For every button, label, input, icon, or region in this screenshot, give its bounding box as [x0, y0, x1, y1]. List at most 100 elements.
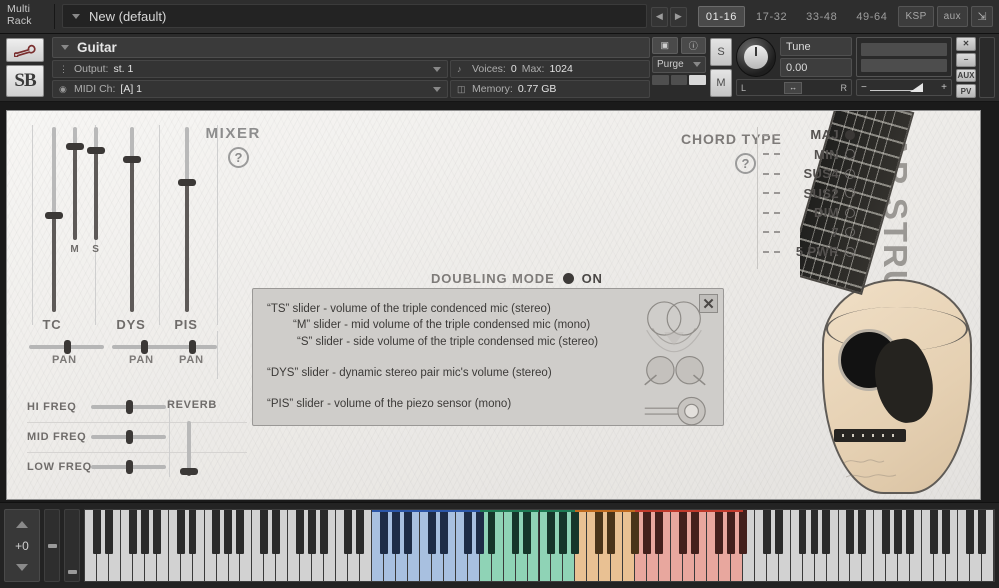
slider-handle[interactable] — [125, 430, 133, 444]
piano-black-key[interactable] — [655, 510, 663, 555]
piano-black-key[interactable] — [762, 510, 771, 555]
piano-black-key[interactable] — [523, 510, 532, 555]
nav-prev-button[interactable]: ◀ — [650, 6, 668, 27]
piano-black-key[interactable] — [822, 510, 831, 555]
slider-s[interactable] — [87, 127, 105, 240]
piano-black-key[interactable] — [930, 510, 939, 555]
pan-slider-tc[interactable] — [29, 340, 104, 354]
slider-tc[interactable] — [45, 127, 63, 312]
piano-black-key[interactable] — [236, 510, 245, 555]
channel-tab-49-64[interactable]: 49-64 — [848, 6, 895, 27]
chord-radio[interactable] — [845, 207, 855, 218]
preset-selector[interactable]: New (default) — [62, 4, 647, 28]
piano-black-key[interactable] — [391, 510, 400, 555]
transpose-stepper[interactable]: +0 — [4, 509, 40, 582]
piano-black-key[interactable] — [272, 510, 281, 555]
piano-black-key[interactable] — [726, 510, 735, 555]
piano-black-key[interactable] — [643, 510, 651, 555]
reverb-slider[interactable] — [180, 421, 198, 476]
piano-black-key[interactable] — [858, 510, 867, 555]
midi-channel-row[interactable]: ◉ MIDI Ch: [A] 1 — [52, 80, 448, 98]
slider-handle[interactable] — [87, 146, 105, 154]
piano-black-key[interactable] — [128, 510, 137, 555]
transpose-up-icon[interactable] — [16, 520, 28, 528]
chord-radio[interactable] — [845, 227, 855, 238]
mixer-help-button[interactable]: ? — [228, 147, 249, 168]
piano-black-key[interactable] — [798, 510, 807, 555]
channel-tab-01-16[interactable]: 01-16 — [697, 6, 746, 27]
piano-black-key[interactable] — [320, 510, 329, 555]
output-row[interactable]: ⋮ Output: st. 1 — [52, 60, 448, 78]
aux-button[interactable]: AUX — [956, 68, 976, 83]
slider-handle[interactable] — [180, 467, 198, 475]
slider-handle[interactable] — [66, 143, 84, 151]
piano-black-key[interactable] — [690, 510, 699, 555]
slider-handle[interactable] — [123, 156, 141, 164]
piano-black-key[interactable] — [92, 510, 101, 555]
solo-button[interactable]: S — [710, 38, 732, 66]
piano-black-key[interactable] — [559, 510, 568, 555]
piano-black-key[interactable] — [140, 510, 149, 555]
instrument-name-row[interactable]: Guitar — [52, 37, 650, 58]
chord-radio[interactable] — [845, 188, 855, 199]
piano-black-key[interactable] — [571, 510, 580, 555]
nav-next-button[interactable]: ▶ — [669, 6, 687, 27]
tune-value[interactable]: 0.00 — [780, 58, 852, 77]
piano-black-key[interactable] — [906, 510, 915, 555]
chord-option-sus2[interactable]: SUS2 — [763, 184, 855, 204]
keyboard-slot-left[interactable] — [44, 509, 60, 582]
piano-black-key[interactable] — [894, 510, 903, 555]
close-icon[interactable]: ✕ — [956, 37, 976, 51]
piano-black-key[interactable] — [882, 510, 891, 555]
slider-dys[interactable] — [123, 127, 141, 312]
chord-radio[interactable] — [845, 149, 855, 160]
keyboard-slot-right[interactable] — [64, 509, 80, 582]
piano-black-key[interactable] — [511, 510, 520, 555]
chord-option-maj[interactable]: MAJ — [763, 125, 855, 145]
piano-black-key[interactable] — [224, 510, 233, 555]
chord-option-5pwr[interactable]: 5 PWR — [763, 242, 855, 262]
piano-black-key[interactable] — [475, 510, 484, 555]
slider-handle[interactable] — [125, 400, 133, 414]
slider-pis[interactable] — [178, 127, 196, 312]
purge-dropdown[interactable]: Purge — [652, 56, 706, 73]
piano-black-key[interactable] — [344, 510, 352, 555]
piano-black-key[interactable] — [403, 510, 412, 555]
piano-black-key[interactable] — [379, 510, 388, 555]
piano-black-key[interactable] — [188, 510, 197, 555]
piano-black-key[interactable] — [439, 510, 448, 555]
piano-black-key[interactable] — [547, 510, 556, 555]
piano-black-key[interactable] — [942, 510, 950, 555]
piano-black-key[interactable] — [774, 510, 783, 555]
mute-button[interactable]: M — [710, 69, 732, 97]
piano-black-key[interactable] — [152, 510, 161, 555]
channel-tab-17-32[interactable]: 17-32 — [748, 6, 795, 27]
slider-handle[interactable] — [141, 340, 148, 354]
piano-black-key[interactable] — [631, 510, 639, 555]
minimize-icon[interactable]: − — [956, 52, 976, 67]
eq-slider-low[interactable] — [91, 460, 166, 474]
piano-black-key[interactable] — [678, 510, 687, 555]
piano-black-key[interactable] — [810, 510, 819, 555]
piano-black-key[interactable] — [260, 510, 269, 555]
piano-black-key[interactable] — [738, 510, 747, 555]
tune-knob[interactable] — [736, 37, 776, 77]
piano-black-key[interactable] — [607, 510, 616, 555]
chord-option-dim[interactable]: DIM — [763, 203, 855, 223]
piano-black-key[interactable] — [977, 510, 986, 555]
slider-handle[interactable] — [45, 211, 63, 219]
eq-slider-hi[interactable] — [91, 400, 166, 414]
piano-black-key[interactable] — [846, 510, 855, 555]
piano-black-key[interactable] — [427, 510, 436, 555]
piano-black-key[interactable] — [176, 510, 185, 555]
piano-black-key[interactable] — [308, 510, 317, 555]
minimize-button[interactable]: ⇲ — [971, 6, 993, 27]
slider-handle[interactable] — [63, 340, 71, 354]
chord-radio[interactable] — [845, 168, 855, 179]
camera-icon[interactable]: ▣ — [652, 37, 678, 54]
piano-black-key[interactable] — [212, 510, 221, 555]
chord-option-7[interactable]: 7 — [763, 223, 855, 243]
aux-button[interactable]: aux — [936, 6, 968, 27]
slider-handle[interactable] — [125, 460, 133, 474]
volume-slider[interactable]: − + — [856, 79, 952, 96]
